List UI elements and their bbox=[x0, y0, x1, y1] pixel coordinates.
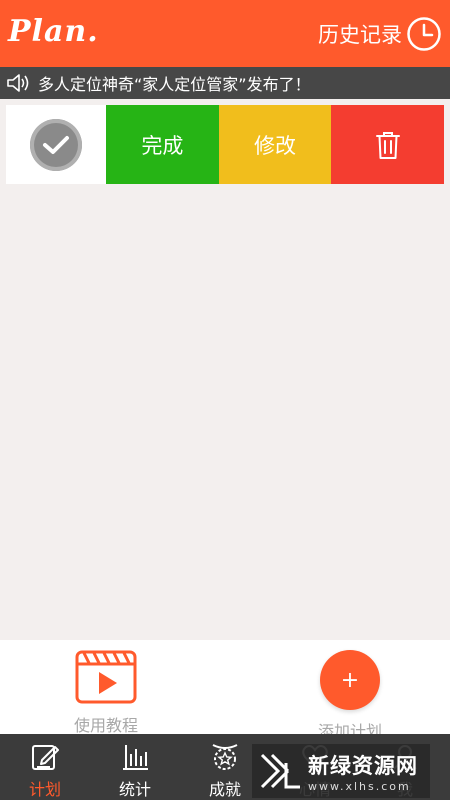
history-button[interactable]: 历史记录 bbox=[318, 16, 442, 52]
tutorial-label: 使用教程 bbox=[73, 716, 138, 735]
plan-check-area[interactable] bbox=[6, 105, 106, 184]
announcement-bar[interactable]: 多人定位神奇“家人定位管家”发布了！ bbox=[0, 67, 450, 99]
watermark-logo-icon bbox=[260, 753, 300, 789]
announcement-text: 多人定位神奇“家人定位管家”发布了！ bbox=[38, 75, 311, 94]
trash-icon bbox=[375, 131, 400, 159]
complete-button[interactable]: 完成 bbox=[106, 105, 219, 184]
check-circle-icon[interactable] bbox=[30, 118, 82, 171]
history-label: 历史记录 bbox=[318, 23, 402, 47]
clock-icon bbox=[407, 17, 441, 51]
add-plan-icon[interactable]: + bbox=[320, 650, 380, 710]
bottom-actions: 使用教程 + 添加计划 bbox=[0, 640, 450, 741]
delete-button[interactable] bbox=[331, 105, 445, 184]
plan-item-row[interactable]: 完成 修改 bbox=[6, 105, 445, 184]
app-header: Plan. 历史记录 bbox=[0, 0, 450, 67]
tab-stats-label: 统计 bbox=[118, 780, 151, 799]
app-logo: Plan. bbox=[8, 14, 99, 49]
watermark: 新绿资源网 www.xlhs.com bbox=[252, 744, 430, 798]
watermark-title: 新绿资源网 bbox=[308, 753, 418, 778]
edit-note-icon bbox=[32, 745, 59, 770]
tab-stats[interactable]: 统计 bbox=[90, 734, 180, 800]
watermark-url: www.xlhs.com bbox=[308, 779, 411, 793]
bar-chart-icon bbox=[123, 745, 148, 770]
speaker-icon bbox=[7, 74, 29, 92]
video-tutorial-icon bbox=[75, 650, 137, 704]
edit-button[interactable]: 修改 bbox=[218, 105, 332, 184]
tab-plan-label: 计划 bbox=[28, 780, 61, 799]
tab-plan[interactable]: 计划 bbox=[0, 734, 90, 800]
tab-achievements-label: 成就 bbox=[208, 780, 241, 799]
add-plan-button[interactable]: + 添加计划 bbox=[300, 650, 400, 742]
checkmark-icon bbox=[43, 135, 69, 154]
medal-icon bbox=[212, 744, 238, 770]
tutorial-button[interactable]: 使用教程 bbox=[56, 650, 156, 736]
